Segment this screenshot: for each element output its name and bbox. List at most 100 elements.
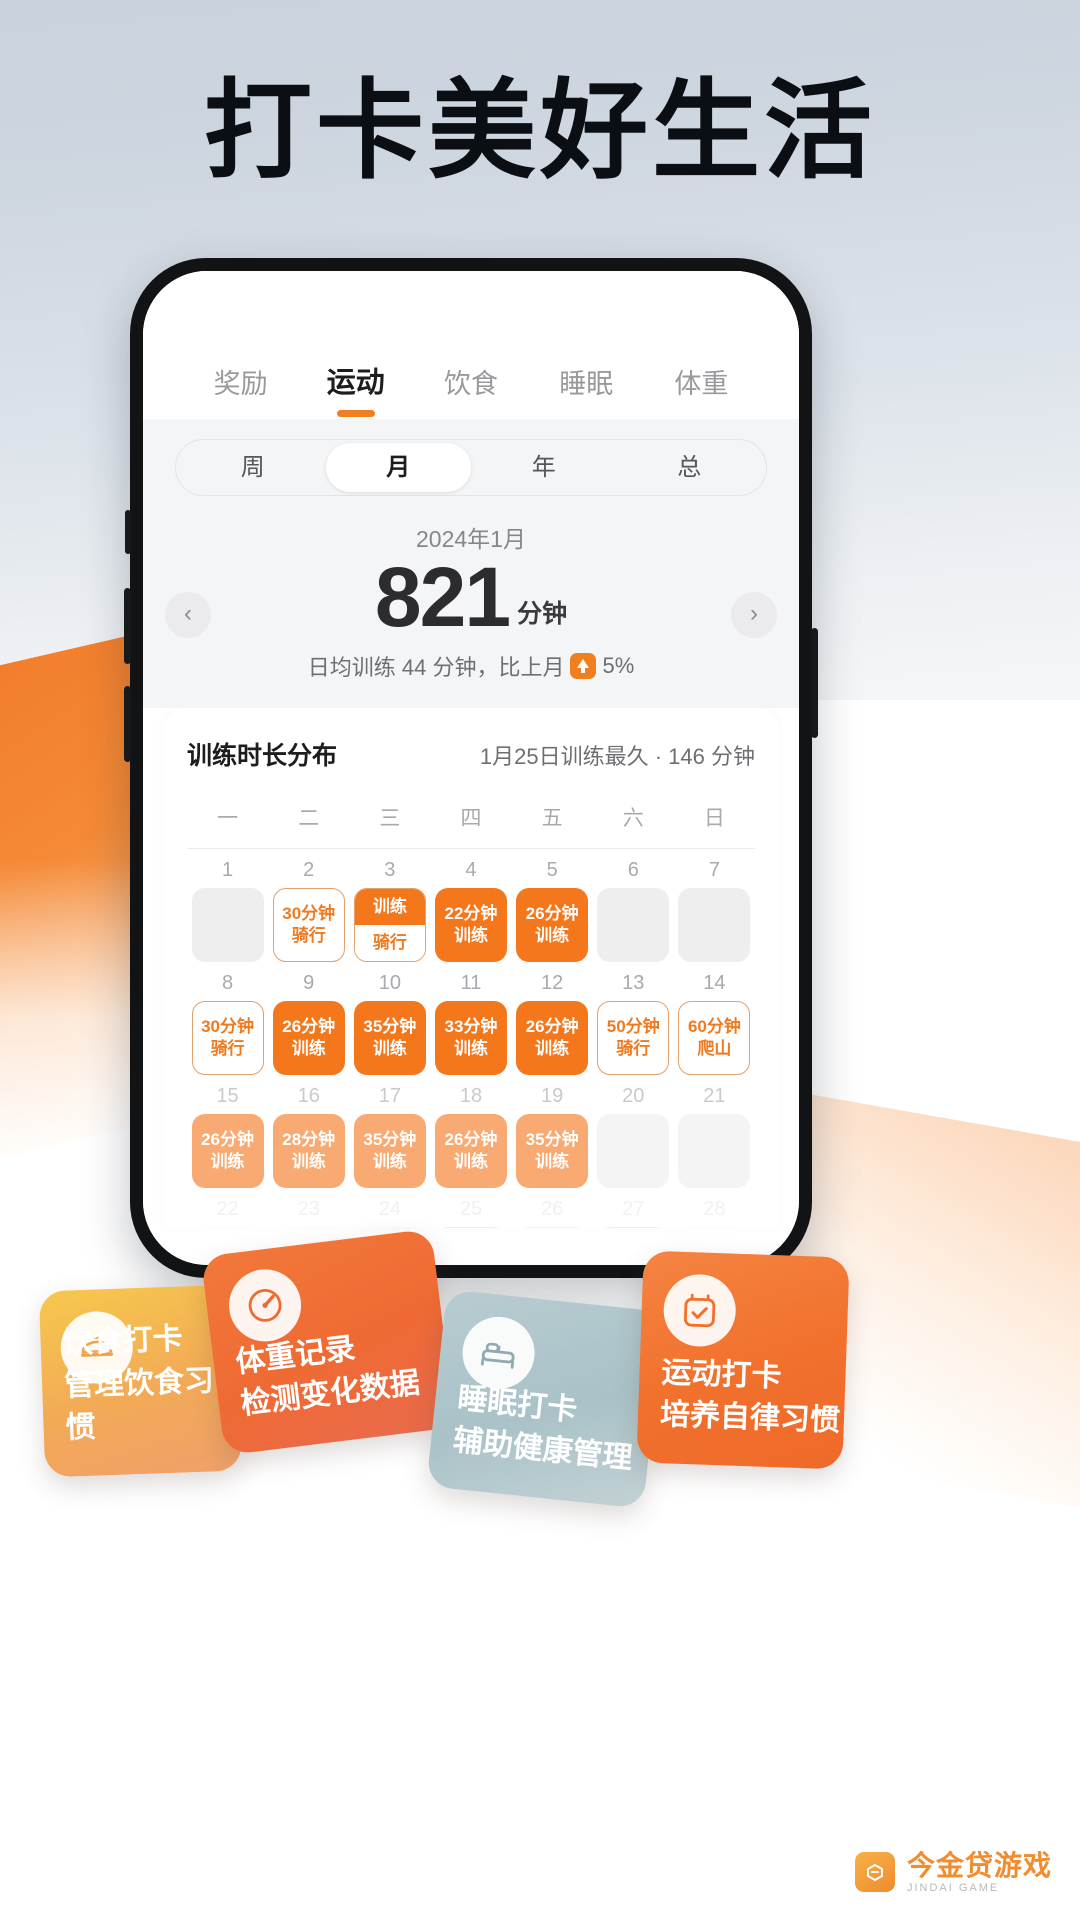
tab-exercise[interactable]: 运动: [298, 359, 413, 419]
activity-duration-label: 26分钟: [525, 904, 579, 924]
calendar-day-cell[interactable]: 9 26分钟 训练: [268, 972, 349, 1075]
feature-line-1: 运动打卡: [660, 1355, 783, 1394]
period-segment-control[interactable]: 周 月 年 总: [175, 439, 767, 496]
page-title: 打卡美好生活: [203, 70, 876, 191]
calendar-day-activity[interactable]: 28分钟 训练: [272, 1113, 345, 1188]
calendar-day-cell[interactable]: 22: [187, 1198, 268, 1228]
calendar-day-activity[interactable]: 26分钟 训练: [191, 1113, 264, 1188]
calendar-day-cell[interactable]: 16 28分钟 训练: [268, 1085, 349, 1188]
calendar-day-activity[interactable]: 30分钟骑行: [191, 1000, 264, 1075]
activity-type-label: 训练: [535, 925, 570, 945]
calendar-day-number: 22: [216, 1197, 239, 1220]
calendar-day-cell[interactable]: 21: [674, 1085, 755, 1188]
watermark: 今金贷游戏 JINDAI GAME: [854, 1850, 1052, 1894]
calendar-day-cell[interactable]: 13 50分钟 骑行: [593, 972, 674, 1075]
calendar-day-cell[interactable]: 2 30分钟 骑行: [268, 859, 349, 962]
phone-volume-up-button[interactable]: [124, 588, 131, 664]
phone-power-button[interactable]: [811, 628, 818, 738]
calendar-day-cell[interactable]: 27 9分钟训练: [593, 1198, 674, 1228]
weekday-header-row: 一二三四五六日: [187, 802, 755, 849]
tab-rewards[interactable]: 奖励: [183, 362, 298, 419]
calendar-day-cell[interactable]: 14 60分钟 爬山: [674, 972, 755, 1075]
phone-mute-button[interactable]: [125, 510, 131, 554]
calendar-day-cell[interactable]: 10 35分钟 训练: [349, 972, 430, 1075]
next-month-button[interactable]: ›: [731, 592, 777, 638]
calendar-day-activity[interactable]: [597, 1113, 670, 1188]
calendar-day-activity[interactable]: 22分钟 训练: [434, 887, 507, 962]
calendar-day-activity[interactable]: [678, 1113, 751, 1188]
activity-duration-label: 30分钟: [282, 904, 336, 924]
calendar-day-activity[interactable]: [272, 1226, 345, 1228]
calendar-day-activity[interactable]: [597, 887, 670, 962]
segment-total[interactable]: 总: [617, 443, 763, 492]
watermark-sub-text: JINDAI GAME: [906, 1881, 1000, 1894]
calendar-day-activity[interactable]: 30分钟骑行: [516, 1226, 589, 1228]
calendar-day-activity[interactable]: 30分钟骑行: [272, 887, 345, 962]
calendar-day-activity[interactable]: 26分钟 训练: [516, 887, 589, 962]
activity-duration-label: 26分钟: [525, 1017, 579, 1037]
calendar-day-cell[interactable]: 11 33分钟 训练: [430, 972, 511, 1075]
activity-type-label: 训练: [210, 1151, 245, 1171]
calendar-day-number: 27: [622, 1197, 645, 1220]
segment-week[interactable]: 周: [180, 443, 326, 492]
feature-card-sleep[interactable]: 睡眠打卡 辅助健康管理: [426, 1289, 664, 1509]
sport-check-icon: [662, 1273, 737, 1348]
calendar-day-number: 4: [465, 858, 477, 881]
calendar-day-activity[interactable]: 33分钟 训练: [434, 1000, 507, 1075]
calendar-day-cell[interactable]: 25 35分钟训练: [430, 1198, 511, 1228]
calendar-day-activity[interactable]: 26分钟 训练: [434, 1113, 507, 1188]
calendar-day-activity[interactable]: 35分钟训练: [353, 1113, 426, 1188]
tab-sleep[interactable]: 睡眠: [529, 362, 644, 419]
calendar-day-activity[interactable]: [678, 1226, 751, 1228]
calendar-day-activity[interactable]: [678, 887, 751, 962]
calendar-day-cell[interactable]: 5 26分钟 训练: [512, 859, 593, 962]
calendar-day-cell[interactable]: 20: [593, 1085, 674, 1188]
segment-month[interactable]: 月: [325, 443, 471, 492]
calendar-day-cell[interactable]: 23: [268, 1198, 349, 1228]
phone-screen-bezel: 奖励 运动 饮食 睡眠 体重 周 月 年 总 ‹ › 20 24 年 1 月 821 分…: [143, 271, 799, 1265]
calendar-day-activity[interactable]: 训练 骑行: [353, 887, 426, 962]
calendar-day-cell[interactable]: 8 30分钟 骑行: [187, 972, 268, 1075]
calendar-day-cell[interactable]: 19 35分钟 训练: [512, 1085, 593, 1188]
calendar-day-cell[interactable]: 24: [349, 1198, 430, 1228]
calendar-day-cell[interactable]: 12 26分钟 训练: [512, 972, 593, 1075]
feature-card-weight[interactable]: 体重记录 检测变化数据: [200, 1228, 456, 1456]
tab-diet[interactable]: 饮食: [413, 362, 528, 419]
calendar-day-cell[interactable]: 1: [187, 859, 268, 962]
activity-type-label: 骑行: [616, 1038, 651, 1058]
calendar-day-activity[interactable]: 50分钟 骑行: [597, 1000, 670, 1075]
calendar-day-cell[interactable]: 26 30分钟骑行: [512, 1198, 593, 1228]
distribution-header: 训练时长分布 1月25日训练最久 · 146 分钟: [187, 736, 755, 772]
feature-card-sport[interactable]: 运动打卡 培养自律习惯: [636, 1250, 850, 1470]
calendar-day-number: 3: [384, 858, 396, 881]
activity-duration-label: 35分钟: [525, 1130, 579, 1150]
calendar-day-activity[interactable]: [191, 887, 264, 962]
tab-weight[interactable]: 体重: [644, 362, 759, 419]
calendar-day-activity[interactable]: [353, 1226, 426, 1228]
calendar-day-cell[interactable]: 18 26分钟 训练: [430, 1085, 511, 1188]
calendar-day-activity[interactable]: 35分钟训练: [434, 1226, 507, 1228]
previous-month-button[interactable]: ‹: [165, 592, 211, 638]
summary-value-row: 821 分钟: [175, 555, 767, 639]
weekday-label: 三: [379, 806, 401, 830]
calendar-day-cell[interactable]: 15 26分钟 训练: [187, 1085, 268, 1188]
activity-duration-label: 60分钟: [687, 1017, 741, 1037]
phone-volume-down-button[interactable]: [124, 686, 131, 762]
calendar-day-activity[interactable]: 60分钟 爬山: [678, 1000, 751, 1075]
calendar-day-activity[interactable]: 35分钟训练: [516, 1113, 589, 1188]
calendar-day-cell[interactable]: 3 训练 骑行: [349, 859, 430, 962]
tab-label: 运动: [326, 367, 385, 399]
calendar-day-activity[interactable]: 26分钟 训练: [516, 1000, 589, 1075]
calendar-day-activity[interactable]: 9分钟训练: [597, 1226, 670, 1228]
calendar-day-activity[interactable]: 26分钟 训练: [272, 1000, 345, 1075]
segment-year[interactable]: 年: [471, 443, 617, 492]
calendar-day-cell[interactable]: 17 35分钟 训练: [349, 1085, 430, 1188]
calendar-day-cell[interactable]: 6: [593, 859, 674, 962]
calendar-day-activity[interactable]: 35分钟训练: [353, 1000, 426, 1075]
calendar-day-cell[interactable]: 4 22分钟 训练: [430, 859, 511, 962]
calendar-week-row: 22 23 24 25 35分钟训练 26 30分钟骑行 27 9分钟训练 28: [187, 1198, 755, 1228]
calendar-day-activity[interactable]: [191, 1226, 264, 1228]
calendar-day-cell[interactable]: 7: [674, 859, 755, 962]
calendar-day-cell[interactable]: 28: [674, 1198, 755, 1228]
tab-active-underline: [336, 410, 375, 417]
